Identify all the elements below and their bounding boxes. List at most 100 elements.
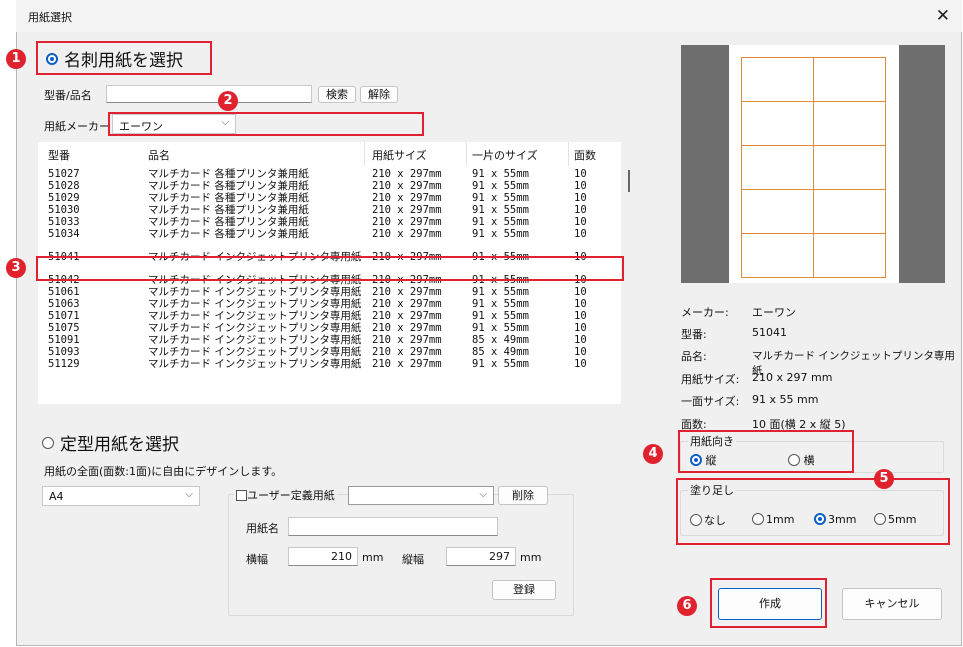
- preview-cell: [741, 189, 814, 234]
- cell-faces: 10: [574, 334, 587, 346]
- cell-piece-size: 91 x 55mm: [472, 192, 529, 204]
- clear-button[interactable]: 解除: [360, 86, 398, 103]
- user-paper-checkbox[interactable]: ユーザー定義用紙: [234, 487, 337, 503]
- search-label: 型番/品名: [44, 89, 92, 102]
- cell-model: 51061: [48, 286, 80, 298]
- cell-faces: 10: [574, 168, 587, 180]
- table-row[interactable]: 51033 マルチカード 各種プリンタ兼用紙 210 x 297mm 91 x 55m…: [38, 216, 621, 228]
- cell-piece-size: 91 x 55mm: [472, 228, 529, 240]
- cell-name: マルチカード インクジェットプリンタ専用紙: [148, 286, 362, 298]
- cell-model: 51071: [48, 310, 80, 322]
- standard-paper-radio-indicator: [42, 436, 54, 449]
- cell-model: 51093: [48, 346, 80, 358]
- preview-cell: [813, 233, 886, 278]
- user-paper-select[interactable]: ⌵: [348, 486, 494, 505]
- cell-faces: 10: [574, 310, 587, 322]
- close-icon[interactable]: ✕: [936, 6, 950, 26]
- table-row[interactable]: 51061 マルチカード インクジェットプリンタ専用紙 210 x 297mm 91 …: [38, 286, 621, 298]
- info-size-label: 用紙サイズ:: [681, 373, 740, 386]
- checkbox-icon: [236, 489, 247, 501]
- col-header-paper-size[interactable]: 用紙サイズ: [372, 147, 427, 163]
- paper-size-value: A4: [49, 490, 64, 503]
- table-row[interactable]: 51028 マルチカード 各種プリンタ兼用紙 210 x 297mm 91 x 55m…: [38, 180, 621, 192]
- register-button[interactable]: 登録: [492, 580, 556, 600]
- table-row[interactable]: 51030 マルチカード 各種プリンタ兼用紙 210 x 297mm 91 x 55m…: [38, 204, 621, 216]
- table-row[interactable]: 51075 マルチカード インクジェットプリンタ専用紙 210 x 297mm 91 …: [38, 322, 621, 334]
- table-row[interactable]: 51063 マルチカード インクジェットプリンタ専用紙 210 x 297mm 91 …: [38, 298, 621, 310]
- chevron-down-icon: ⌵: [185, 489, 193, 500]
- cell-piece-size: 85 x 49mm: [472, 346, 529, 358]
- cell-paper-size: 210 x 297mm: [372, 286, 442, 298]
- table-row[interactable]: 51093 マルチカード インクジェットプリンタ専用紙 210 x 297mm 85 …: [38, 346, 621, 358]
- info-maker-label: メーカー:: [681, 306, 729, 319]
- table-row[interactable]: 51034 マルチカード 各種プリンタ兼用紙 210 x 297mm 91 x 55m…: [38, 228, 621, 240]
- width-input[interactable]: 210: [288, 547, 358, 566]
- cell-paper-size: 210 x 297mm: [372, 346, 442, 358]
- info-piece-label: 一面サイズ:: [681, 395, 740, 408]
- col-header-name[interactable]: 品名: [148, 147, 170, 163]
- cell-faces: 10: [574, 228, 587, 240]
- cell-paper-size: 210 x 297mm: [372, 228, 442, 240]
- preview-cell: [813, 145, 886, 190]
- col-header-piece-size[interactable]: 一片のサイズ: [472, 147, 538, 163]
- cell-piece-size: 91 x 55mm: [472, 180, 529, 192]
- preview-cell: [813, 57, 886, 102]
- table-row[interactable]: 51091 マルチカード インクジェットプリンタ専用紙 210 x 297mm 85 …: [38, 334, 621, 346]
- search-button[interactable]: 検索: [318, 86, 356, 103]
- col-divider: [568, 142, 569, 166]
- cell-model: 51028: [48, 180, 80, 192]
- cell-model: 51027: [48, 168, 80, 180]
- preview-cell: [813, 189, 886, 234]
- annotation-box-5: [676, 478, 950, 545]
- paper-size-select[interactable]: A4 ⌵: [42, 486, 200, 506]
- info-piece-value: 91 x 55 mm: [752, 393, 819, 406]
- height-unit: mm: [520, 551, 542, 564]
- list-scrollbar-thumb[interactable]: [628, 170, 630, 192]
- col-header-model[interactable]: 型番: [48, 147, 70, 163]
- paper-name-label: 用紙名: [246, 522, 279, 535]
- cell-name: マルチカード 各種プリンタ兼用紙: [148, 204, 309, 216]
- info-model-label: 型番:: [681, 328, 707, 341]
- cell-faces: 10: [574, 358, 587, 370]
- cell-model: 51033: [48, 216, 80, 228]
- table-row[interactable]: 51027 マルチカード 各種プリンタ兼用紙 210 x 297mm 91 x 55m…: [38, 168, 621, 180]
- annotation-badge-1: 1: [6, 49, 26, 69]
- cancel-button[interactable]: キャンセル: [842, 588, 942, 620]
- annotation-box-1: [36, 41, 212, 75]
- delete-button[interactable]: 削除: [498, 486, 548, 505]
- paper-name-input[interactable]: [288, 517, 498, 536]
- cell-faces: 10: [574, 322, 587, 334]
- annotation-box-3: [36, 256, 624, 281]
- cell-model: 51030: [48, 204, 80, 216]
- cell-paper-size: 210 x 297mm: [372, 334, 442, 346]
- cell-name: マルチカード インクジェットプリンタ専用紙: [148, 346, 362, 358]
- col-header-faces[interactable]: 面数: [574, 147, 596, 163]
- cell-piece-size: 91 x 55mm: [472, 322, 529, 334]
- table-row[interactable]: 51029 マルチカード 各種プリンタ兼用紙 210 x 297mm 91 x 55m…: [38, 192, 621, 204]
- cell-name: マルチカード 各種プリンタ兼用紙: [148, 180, 309, 192]
- cell-name: マルチカード インクジェットプリンタ専用紙: [148, 310, 362, 322]
- annotation-box-6: [710, 578, 827, 628]
- annotation-badge-3: 3: [6, 258, 26, 278]
- annotation-badge-2: 2: [218, 91, 238, 111]
- search-input[interactable]: [106, 85, 312, 103]
- cell-piece-size: 91 x 55mm: [472, 216, 529, 228]
- info-name-label: 品名:: [681, 350, 707, 363]
- table-row[interactable]: 51071 マルチカード インクジェットプリンタ専用紙 210 x 297mm 91 …: [38, 310, 621, 322]
- cell-piece-size: 91 x 55mm: [472, 358, 529, 370]
- standard-paper-radio[interactable]: 定型用紙を選択: [42, 430, 179, 455]
- width-unit: mm: [362, 551, 384, 564]
- list-header: 型番 品名 用紙サイズ 一片のサイズ 面数: [38, 142, 621, 166]
- preview-cell: [741, 145, 814, 190]
- cell-model: 51034: [48, 228, 80, 240]
- cell-paper-size: 210 x 297mm: [372, 358, 442, 370]
- cell-name: マルチカード インクジェットプリンタ専用紙: [148, 298, 362, 310]
- cell-paper-size: 210 x 297mm: [372, 322, 442, 334]
- cell-model: 51091: [48, 334, 80, 346]
- cell-faces: 10: [574, 192, 587, 204]
- cell-name: マルチカード 各種プリンタ兼用紙: [148, 216, 309, 228]
- cell-paper-size: 210 x 297mm: [372, 310, 442, 322]
- height-input[interactable]: 297: [446, 547, 516, 566]
- cell-name: マルチカード インクジェットプリンタ専用紙: [148, 322, 362, 334]
- table-row[interactable]: 51129 マルチカード インクジェットプリンタ専用紙 210 x 297mm 91 …: [38, 358, 621, 370]
